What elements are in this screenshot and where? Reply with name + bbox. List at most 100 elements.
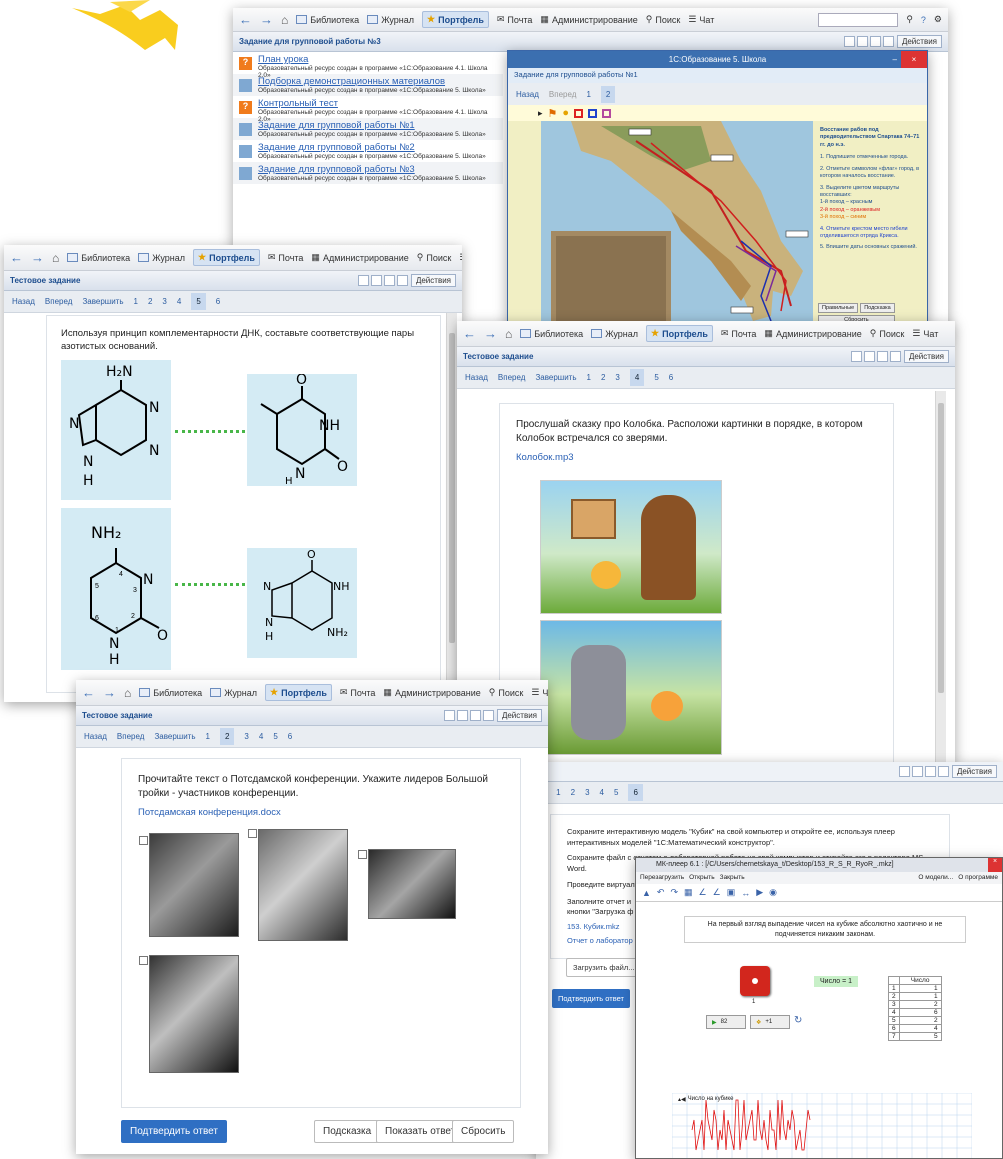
pin-icon[interactable]: ●	[562, 107, 569, 119]
calc-icon[interactable]: ▣	[727, 887, 736, 898]
tool-icon[interactable]	[863, 351, 875, 362]
list-item[interactable]: ? План урока Образовательный ресурс создан…	[233, 52, 503, 79]
menu-open[interactable]: Открыть	[689, 874, 715, 882]
list-item[interactable]: Задание для групповой работы №1 Образоват…	[233, 118, 503, 140]
undo-icon[interactable]: ↶	[657, 887, 665, 898]
kolobok-wolf-picture[interactable]	[540, 620, 722, 755]
list-item-title[interactable]: Контрольный тест	[258, 98, 497, 109]
list-item-title[interactable]: Задание для групповой работы №1	[258, 120, 486, 131]
redo-icon[interactable]: ↷	[670, 887, 678, 898]
forward-link[interactable]: Вперед	[45, 297, 73, 306]
close-icon[interactable]: ×	[988, 858, 1002, 872]
home-icon[interactable]: ⌂	[281, 13, 288, 27]
page-number[interactable]: 2	[219, 728, 235, 745]
menu-close[interactable]: Закрыть	[720, 874, 745, 882]
model-file-link[interactable]: 153. Кубик.mkz	[567, 922, 619, 931]
page-number[interactable]: 5	[273, 732, 277, 741]
page-number[interactable]: 5	[654, 373, 658, 382]
answer-checkbox[interactable]	[358, 850, 367, 859]
list-item[interactable]: Подборка демонстрационных материалов Обра…	[233, 74, 503, 96]
submit-button[interactable]: Подтвердить ответ	[121, 1120, 227, 1143]
portrait-photo-4[interactable]	[149, 955, 239, 1073]
forward-arrow-icon[interactable]: →	[31, 250, 44, 265]
answer-checkbox[interactable]	[248, 829, 257, 838]
list-item-title[interactable]: Задание для групповой работы №3	[258, 164, 486, 175]
portrait-photo-3[interactable]	[368, 849, 456, 919]
actions-button[interactable]: Действия	[410, 274, 456, 287]
upload-file-button[interactable]: Загрузить файл...	[566, 958, 642, 977]
list-item[interactable]: Задание для групповой работы №3 Образоват…	[233, 162, 503, 184]
page-number[interactable]: 1	[134, 297, 138, 306]
tool-icon[interactable]	[869, 36, 881, 47]
home-icon[interactable]: ⌂	[505, 327, 512, 341]
finish-link[interactable]: Завершить	[535, 373, 576, 382]
finish-link[interactable]: Завершить	[154, 732, 195, 741]
page-number[interactable]: 3	[162, 297, 166, 306]
actions-button[interactable]: Действия	[903, 350, 949, 363]
nav-admin[interactable]: ▦ Администрирование	[311, 252, 408, 263]
list-item-title[interactable]: Задание для групповой работы №2	[258, 142, 486, 153]
nav-admin[interactable]: ▦ Администрирование	[383, 687, 480, 698]
nav-portfolio[interactable]: ★ Портфель	[193, 249, 260, 266]
home-icon[interactable]: ⌂	[124, 686, 131, 700]
graph-icon[interactable]: ∠	[699, 887, 707, 898]
scrollbar[interactable]	[446, 313, 457, 698]
back-link[interactable]: Назад	[465, 373, 488, 382]
actions-button[interactable]: Действия	[496, 709, 542, 722]
page-number[interactable]: 4	[629, 369, 645, 386]
nav-journal[interactable]: Журнал	[138, 253, 185, 263]
step-button[interactable]: ❖ +1	[750, 1015, 790, 1029]
page-number[interactable]: 3	[244, 732, 248, 741]
page-number[interactable]: 1	[206, 732, 210, 741]
back-link[interactable]: Назад	[516, 90, 539, 99]
actions-button[interactable]: Действия	[951, 765, 997, 778]
back-link[interactable]: Назад	[12, 297, 35, 306]
hint-button[interactable]: Подсказка	[314, 1120, 381, 1143]
tool-icon[interactable]	[843, 36, 855, 47]
tool-icon[interactable]	[850, 351, 862, 362]
portrait-photo-2[interactable]	[258, 829, 348, 941]
nav-library[interactable]: Библиотека	[139, 688, 202, 698]
page-number[interactable]: 1	[556, 788, 560, 797]
back-arrow-icon[interactable]: ←	[10, 250, 23, 265]
graph-icon[interactable]: ∠	[713, 887, 721, 898]
kolobok-bear-picture[interactable]	[540, 480, 722, 614]
page-number[interactable]: 6	[216, 297, 220, 306]
back-arrow-icon[interactable]: ←	[82, 685, 95, 700]
search-icon[interactable]: ⚲	[906, 14, 913, 25]
pointer-icon[interactable]: ▲	[642, 888, 651, 898]
settings-icon[interactable]: ⚙	[934, 14, 942, 25]
nav-library[interactable]: Библиотека	[296, 15, 359, 25]
nav-library[interactable]: Библиотека	[520, 329, 583, 339]
nav-library[interactable]: Библиотека	[67, 253, 130, 263]
menu-about-program[interactable]: О программе	[958, 874, 998, 882]
submit-button[interactable]: Подтвердить ответ	[552, 989, 630, 1008]
forward-arrow-icon[interactable]: →	[484, 326, 497, 341]
purple-box-icon[interactable]	[602, 108, 612, 118]
nav-search[interactable]: ⚲ Поиск	[870, 328, 905, 339]
nav-mail[interactable]: ✉ Почта	[721, 328, 757, 339]
forward-arrow-icon[interactable]: →	[103, 685, 116, 700]
nav-mail[interactable]: ✉ Почта	[268, 252, 304, 263]
hint-button[interactable]: Подсказка	[860, 303, 895, 313]
page-number[interactable]: 2	[601, 373, 605, 382]
list-item-title[interactable]: Подборка демонстрационных материалов	[258, 76, 486, 87]
nav-chat[interactable]: ☰Чат	[688, 14, 714, 25]
nav-mail[interactable]: ✉ Почта	[497, 14, 533, 25]
tool-icon[interactable]	[898, 766, 910, 777]
nav-search[interactable]: ⚲ Поиск	[646, 14, 681, 25]
nav-admin[interactable]: ▦ Администрирование	[764, 328, 861, 339]
page-number[interactable]: 4	[259, 732, 263, 741]
flag-icon[interactable]: ⚑	[548, 107, 558, 120]
tool-icon[interactable]	[357, 275, 369, 286]
reset-button[interactable]: Сбросить	[452, 1120, 515, 1143]
pointer-icon[interactable]: ▸	[538, 108, 543, 119]
nav-journal[interactable]: Журнал	[367, 15, 414, 25]
tool-icon[interactable]	[396, 275, 408, 286]
menu-about-model[interactable]: О модели...	[918, 874, 953, 882]
tool-icon[interactable]	[889, 351, 901, 362]
page-number[interactable]: 2	[148, 297, 152, 306]
tool-icon[interactable]	[370, 275, 382, 286]
finish-link[interactable]: Завершить	[82, 297, 123, 306]
show-answer-button[interactable]: Показать ответ	[376, 1120, 465, 1143]
